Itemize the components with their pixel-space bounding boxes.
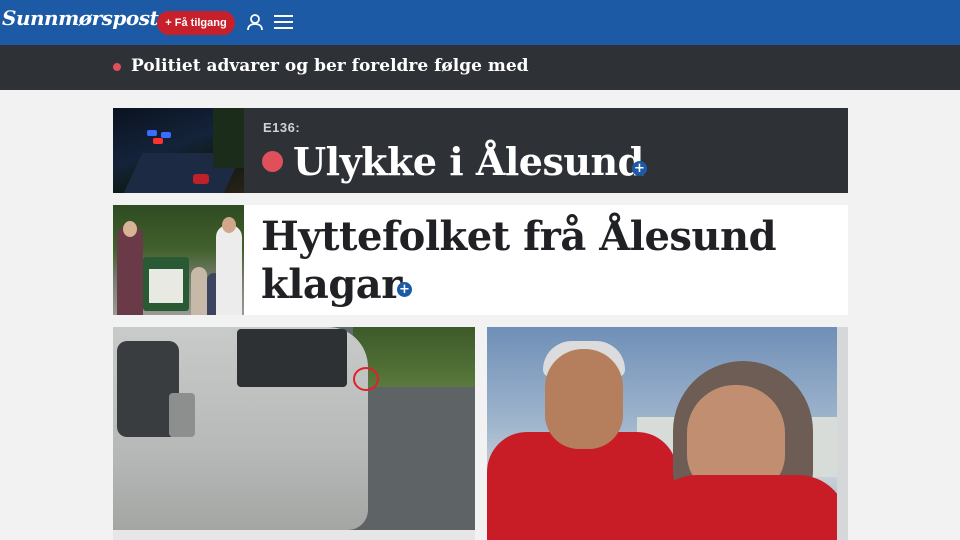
article-headline[interactable]: Hyttefolket frå Ålesund klagar [261, 213, 821, 309]
article-headline[interactable]: Ulykke i Ålesund [293, 139, 644, 184]
top-bar: Sunnmørsposten + Få tilgang [0, 0, 960, 45]
article-image-accident[interactable] [113, 108, 244, 193]
live-dot-icon [262, 151, 283, 172]
breaking-news-text[interactable]: Politiet advarer og ber foreldre følge m… [131, 56, 529, 76]
article-image-cabin[interactable] [113, 205, 244, 315]
highlight-circle-icon [353, 367, 379, 391]
premium-plus-icon: + [632, 161, 647, 176]
article-card-cabin[interactable]: Hyttefolket frå Ålesund klagar + [113, 205, 848, 315]
article-card-accident[interactable]: E136: Ulykke i Ålesund + [113, 108, 848, 193]
live-indicator-icon [113, 63, 121, 71]
article-image-couple[interactable] [545, 349, 623, 449]
article-image-motorhome[interactable] [113, 327, 368, 530]
premium-plus-icon: + [397, 282, 412, 297]
user-icon[interactable] [246, 13, 264, 31]
article-kicker: E136: [263, 120, 301, 135]
menu-icon[interactable] [274, 14, 293, 30]
article-card-couple[interactable] [487, 327, 848, 540]
article-card-motorhome[interactable] [113, 327, 475, 540]
breaking-news-bar[interactable]: Politiet advarer og ber foreldre følge m… [0, 45, 960, 90]
get-access-button[interactable]: + Få tilgang [157, 11, 235, 35]
